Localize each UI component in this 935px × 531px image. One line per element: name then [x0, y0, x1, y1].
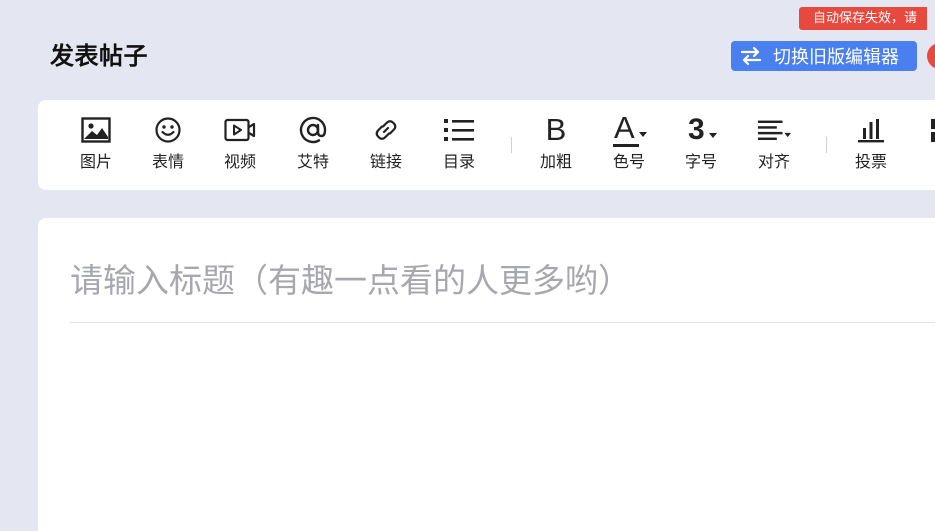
toolbar-divider — [511, 137, 512, 153]
toolbar-vote-button[interactable]: 投票 — [841, 113, 901, 177]
switch-old-editor-label: 切换旧版编辑器 — [773, 47, 899, 68]
editor-toolbar: 图片 表情 视频 艾特 链接 目录 B 加粗 A 色号 3 字号 对齐 投票 — [38, 100, 935, 190]
smiley-icon — [155, 117, 181, 143]
link-icon — [375, 120, 397, 140]
avatar[interactable] — [927, 43, 935, 69]
grid-icon — [931, 119, 935, 142]
toolbar-video-button[interactable]: 视频 — [210, 113, 270, 177]
toolbar-toc-button[interactable]: 目录 — [429, 113, 489, 177]
toolbar-bold-label: 加粗 — [539, 152, 572, 171]
align-icon — [757, 120, 791, 141]
swap-arrows-icon — [740, 46, 762, 66]
toolbar-video-label: 视频 — [223, 152, 256, 171]
toolbar-font-color-label: 色号 — [612, 152, 645, 171]
editor-panel — [38, 218, 935, 531]
bold-icon: B — [545, 112, 567, 147]
post-title-input[interactable] — [70, 252, 935, 308]
toolbar-mention-button[interactable]: 艾特 — [283, 113, 343, 177]
toolbar-font-size-button[interactable]: 3 字号 — [671, 113, 731, 177]
toolbar-align-label: 对齐 — [757, 152, 790, 171]
toolbar-image-button[interactable]: 图片 — [66, 113, 126, 177]
post-editor-page: 发表帖子 自动保存失效，请 切换旧版编辑器 图片 表情 视频 艾特 链接 目录 … — [0, 0, 935, 531]
toolbar-toc-label: 目录 — [442, 152, 475, 171]
toolbar-image-label: 图片 — [79, 152, 112, 171]
list-icon — [444, 119, 474, 141]
bar-chart-icon — [858, 119, 884, 143]
autosave-failed-notice: 自动保存失效，请 — [799, 7, 928, 30]
toolbar-font-color-button[interactable]: A 色号 — [599, 111, 659, 177]
toolbar-divider — [826, 137, 827, 153]
at-icon — [299, 116, 327, 144]
video-icon — [224, 118, 256, 142]
font-color-icon: A — [613, 111, 647, 147]
font-size-icon: 3 — [685, 113, 717, 147]
title-divider — [70, 322, 935, 323]
toolbar-vote-label: 投票 — [854, 152, 887, 171]
page-title: 发表帖子 — [50, 42, 148, 70]
image-icon — [81, 117, 111, 143]
toolbar-font-size-label: 字号 — [684, 152, 717, 171]
toolbar-mention-label: 艾特 — [296, 152, 329, 171]
toolbar-link-label: 链接 — [369, 152, 402, 171]
switch-old-editor-button[interactable]: 切换旧版编辑器 — [731, 41, 917, 71]
toolbar-more-button[interactable]: 发 — [914, 113, 935, 177]
toolbar-align-button[interactable]: 对齐 — [744, 113, 804, 177]
toolbar-emoji-label: 表情 — [151, 152, 184, 171]
toolbar-emoji-button[interactable]: 表情 — [138, 113, 198, 177]
toolbar-bold-button[interactable]: B 加粗 — [526, 113, 586, 177]
toolbar-link-button[interactable]: 链接 — [356, 113, 416, 177]
